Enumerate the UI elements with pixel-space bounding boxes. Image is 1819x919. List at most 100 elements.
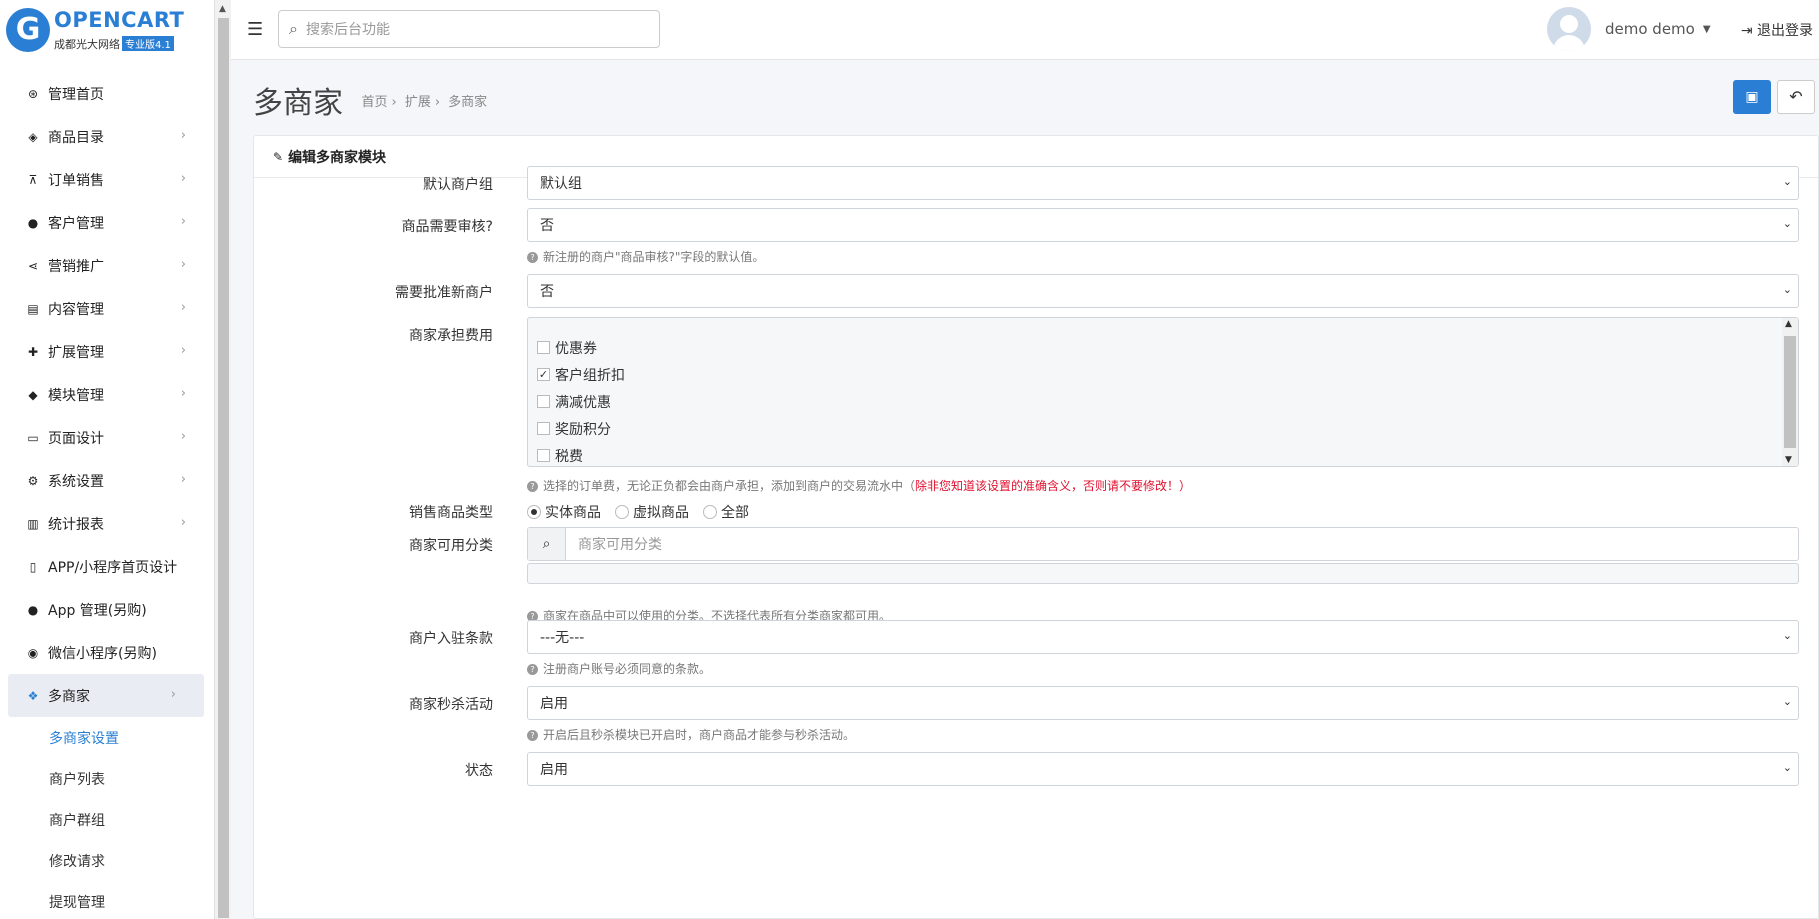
label-product-type: 销售商品类型 <box>409 505 493 521</box>
sidebar-item-8[interactable]: ▭ 页面设计 › <box>0 416 214 459</box>
approve-new-select[interactable]: 否 ⌄ <box>527 274 1799 308</box>
agreement-select[interactable]: ---无--- ⌄ <box>527 620 1799 654</box>
scroll-up-icon[interactable]: ▲ <box>1785 319 1792 329</box>
fee-option[interactable]: 奖励积分 <box>537 415 1798 442</box>
fee-option[interactable]: 优惠券 <box>537 334 1798 361</box>
sidebar-item-5[interactable]: ▤ 内容管理 › <box>0 287 214 330</box>
search-icon: ⌕ <box>289 19 298 38</box>
checkbox[interactable] <box>537 449 550 462</box>
help-fees-end: ） <box>1179 479 1192 493</box>
categories-input[interactable]: 商家可用分类 <box>566 528 1798 560</box>
scrollbar-thumb[interactable] <box>1784 336 1796 448</box>
fee-option-label: 客户组折扣 <box>555 367 625 384</box>
sidebar-item-7[interactable]: ◆ 模块管理 › <box>0 373 214 416</box>
sidebar-subitem-4[interactable]: 提现管理 <box>0 881 214 919</box>
scrollbar-thumb[interactable] <box>218 18 229 918</box>
question-icon: ? <box>527 664 538 675</box>
breadcrumb-home[interactable]: 首页 <box>361 95 387 110</box>
sidebar-item-icon: ▭ <box>27 430 39 445</box>
label-agreement: 商户入驻条款 <box>409 631 493 647</box>
chevron-right-icon: › <box>180 300 186 315</box>
logout-icon: ⇥ <box>1740 23 1757 39</box>
sidebar-item-4[interactable]: ⋖ 营销推广 › <box>0 244 214 287</box>
product-type-option[interactable]: 虚拟商品 <box>615 502 689 522</box>
sidebar-item-6[interactable]: ✚ 扩展管理 › <box>0 330 214 373</box>
agreement-value: ---无--- <box>540 630 585 646</box>
chevron-right-icon: › <box>180 257 186 272</box>
sidebar-item-0[interactable]: ⊛ 管理首页 <box>0 72 214 115</box>
chevron-right-icon: › <box>180 343 186 358</box>
pencil-icon: ✎ <box>273 149 284 164</box>
fee-option[interactable]: 税费 <box>537 442 1798 469</box>
categories-autocomplete[interactable]: ⌕ 商家可用分类 <box>527 527 1799 561</box>
sidebar-item-12[interactable]: ● App 管理(另购) <box>0 588 214 631</box>
fees-checkbox-list[interactable]: ▲ ▼ 优惠券 ✓ 客户组折扣 满减优惠 奖励积分 税费 <box>527 317 1799 467</box>
sidebar-subitem-3[interactable]: 修改请求 <box>0 840 214 881</box>
logout-link[interactable]: ⇥ 退出登录 <box>1741 20 1813 40</box>
sidebar-item-3[interactable]: ● 客户管理 › <box>0 201 214 244</box>
search-icon: ⌕ <box>528 528 566 560</box>
user-menu[interactable]: demo demo ▼ <box>1547 7 1711 51</box>
search-placeholder: 搜索后台功能 <box>305 22 390 38</box>
sidebar-item-2[interactable]: ⊼ 订单销售 › <box>0 158 214 201</box>
breadcrumb-extension[interactable]: 扩展 <box>405 95 431 110</box>
help-flash-sale: 开启后且秒杀模块已开启时，商户商品才能参与秒杀活动。 <box>543 728 856 742</box>
sidebar-item-label: 商品目录 <box>48 129 104 146</box>
checkbox[interactable] <box>537 341 550 354</box>
checkbox[interactable] <box>537 422 550 435</box>
fees-scrollbar[interactable]: ▲ ▼ <box>1782 318 1798 466</box>
checkbox[interactable]: ✓ <box>537 368 550 381</box>
sidebar-item-icon: ⊼ <box>28 172 38 187</box>
page-header: 多商家 首页 › 扩展 › 多商家 <box>253 78 491 122</box>
fee-option-label: 优惠券 <box>555 340 597 357</box>
fee-option[interactable]: 满减优惠 <box>537 388 1798 415</box>
sidebar-item-label: 营销推广 <box>48 258 104 275</box>
sidebar-item-11[interactable]: ▯ APP/小程序首页设计 <box>0 545 214 588</box>
sidebar-item-icon: ◈ <box>28 129 38 144</box>
sidebar-item-13[interactable]: ◉ 微信小程序(另购) <box>0 631 214 674</box>
logo-subtitle: 成都光大网络 专业版4.1 <box>54 36 174 52</box>
sidebar-item-9[interactable]: ⚙ 系统设置 › <box>0 459 214 502</box>
chevron-right-icon: › <box>180 171 186 186</box>
status-select[interactable]: 启用 ⌄ <box>527 752 1799 786</box>
radio[interactable] <box>703 505 717 519</box>
sidebar-item-1[interactable]: ◈ 商品目录 › <box>0 115 214 158</box>
product-type-option[interactable]: 实体商品 <box>527 502 601 522</box>
save-button[interactable]: ▣ <box>1733 80 1771 114</box>
categories-selected-list <box>527 563 1799 584</box>
logo-icon: G <box>6 8 50 52</box>
product-type-option[interactable]: 全部 <box>703 502 749 522</box>
logo-brand: OPENCART <box>54 8 185 32</box>
back-button[interactable]: ↶ <box>1777 80 1815 114</box>
chevron-down-icon: ⌄ <box>1782 695 1792 708</box>
sidebar-item-icon: ⊛ <box>27 86 39 101</box>
scroll-down-icon[interactable]: ▼ <box>1785 455 1792 465</box>
checkbox[interactable] <box>537 395 550 408</box>
sidebar-subitem-0[interactable]: 多商家设置 <box>0 717 214 758</box>
menu-toggle-icon[interactable]: ☰ <box>247 19 263 40</box>
label-categories: 商家可用分类 <box>409 538 493 554</box>
fee-option[interactable]: ✓ 客户组折扣 <box>537 361 1798 388</box>
default-group-select[interactable]: 默认组 ⌄ <box>527 166 1799 200</box>
product-review-select[interactable]: 否 ⌄ <box>527 208 1799 242</box>
search-input[interactable]: ⌕ 搜索后台功能 <box>278 10 660 48</box>
sidebar-item-label: 管理首页 <box>48 86 104 103</box>
radio[interactable] <box>527 505 541 519</box>
save-icon: ▣ <box>1745 89 1759 105</box>
sidebar-item-label: App 管理(另购) <box>48 602 147 619</box>
breadcrumb-current[interactable]: 多商家 <box>448 95 487 110</box>
logo[interactable]: G OPENCART 成都光大网络 专业版4.1 <box>0 0 214 62</box>
sidebar-subitem-1[interactable]: 商户列表 <box>0 758 214 799</box>
breadcrumb-sep: › <box>391 94 397 110</box>
chevron-right-icon: › <box>180 214 186 229</box>
breadcrumb: 首页 › 扩展 › 多商家 <box>361 91 491 110</box>
sidebar-item-10[interactable]: ▥ 统计报表 › <box>0 502 214 545</box>
help-text: ? 选择的订单费，无论正负都会由商户承担，添加到商户的交易流水中（除非您知道该设置… <box>527 477 1799 494</box>
scroll-up-icon[interactable]: ▲ <box>219 4 226 14</box>
flash-sale-select[interactable]: 启用 ⌄ <box>527 686 1799 720</box>
sidebar-item-14[interactable]: ❖ 多商家 › <box>8 674 204 717</box>
radio[interactable] <box>615 505 629 519</box>
sidebar-subitem-2[interactable]: 商户群组 <box>0 799 214 840</box>
sidebar-scrollbar[interactable]: ▲ <box>214 0 231 919</box>
fee-option-label: 奖励积分 <box>555 421 611 438</box>
